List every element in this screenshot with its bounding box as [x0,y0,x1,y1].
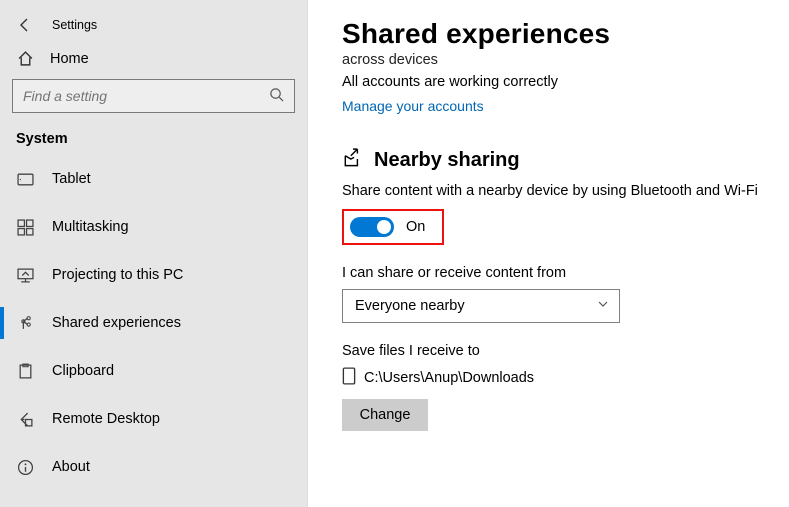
nearby-share-icon [342,148,364,173]
sidebar-item-about[interactable]: About [0,443,307,491]
sidebar-item-tablet[interactable]: Tablet [0,155,307,203]
dropdown-value: Everyone nearby [355,298,465,314]
sidebar-item-label: Shared experiences [52,315,181,331]
sidebar-item-label: Tablet [52,171,91,187]
clipboard-icon [16,363,34,380]
sidebar-item-label: Remote Desktop [52,411,160,427]
nearby-sharing-description: Share content with a nearby device by us… [342,183,769,199]
projecting-icon [16,267,34,284]
main-content: Shared experiences across devices All ac… [308,0,789,507]
search-icon [269,87,284,105]
sidebar-nav: Tablet Multitasking Projecting to this P… [0,155,307,491]
search-input-container[interactable] [12,79,295,113]
nearby-sharing-heading: Nearby sharing [374,149,520,172]
sidebar-item-label: Multitasking [52,219,129,235]
search-input[interactable] [23,88,269,104]
save-path-value: C:\Users\Anup\Downloads [364,370,534,386]
share-from-dropdown[interactable]: Everyone nearby [342,289,620,323]
manage-accounts-link[interactable]: Manage your accounts [342,98,484,114]
sidebar-section-title: System [0,131,307,155]
back-icon[interactable] [14,14,36,36]
sidebar-item-remote-desktop[interactable]: Remote Desktop [0,395,307,443]
home-icon [16,50,34,67]
drive-icon [342,367,356,389]
chevron-down-icon [597,298,609,314]
sidebar-item-multitasking[interactable]: Multitasking [0,203,307,251]
sidebar-item-label: Clipboard [52,363,114,379]
sidebar-item-label: Projecting to this PC [52,267,183,283]
sidebar: Settings Home System Tablet Multitasking… [0,0,308,507]
truncated-text: across devices [342,52,769,68]
share-icon [16,315,34,332]
sidebar-item-projecting[interactable]: Projecting to this PC [0,251,307,299]
sidebar-item-home[interactable]: Home [0,40,307,79]
page-title: Shared experiences [342,18,769,50]
change-button[interactable]: Change [342,399,428,431]
about-icon [16,459,34,476]
share-from-label: I can share or receive content from [342,265,769,281]
home-label: Home [50,51,89,67]
app-title: Settings [52,18,97,32]
sidebar-item-shared-experiences[interactable]: Shared experiences [0,299,307,347]
save-to-label: Save files I receive to [342,343,769,359]
remote-desktop-icon [16,411,34,428]
multitasking-icon [16,219,34,236]
toggle-state-label: On [406,219,425,235]
sidebar-item-clipboard[interactable]: Clipboard [0,347,307,395]
accounts-status: All accounts are working correctly [342,74,769,90]
toggle-highlight: On [342,209,444,245]
nearby-sharing-toggle[interactable] [350,217,394,237]
sidebar-item-label: About [52,459,90,475]
tablet-icon [16,171,34,188]
